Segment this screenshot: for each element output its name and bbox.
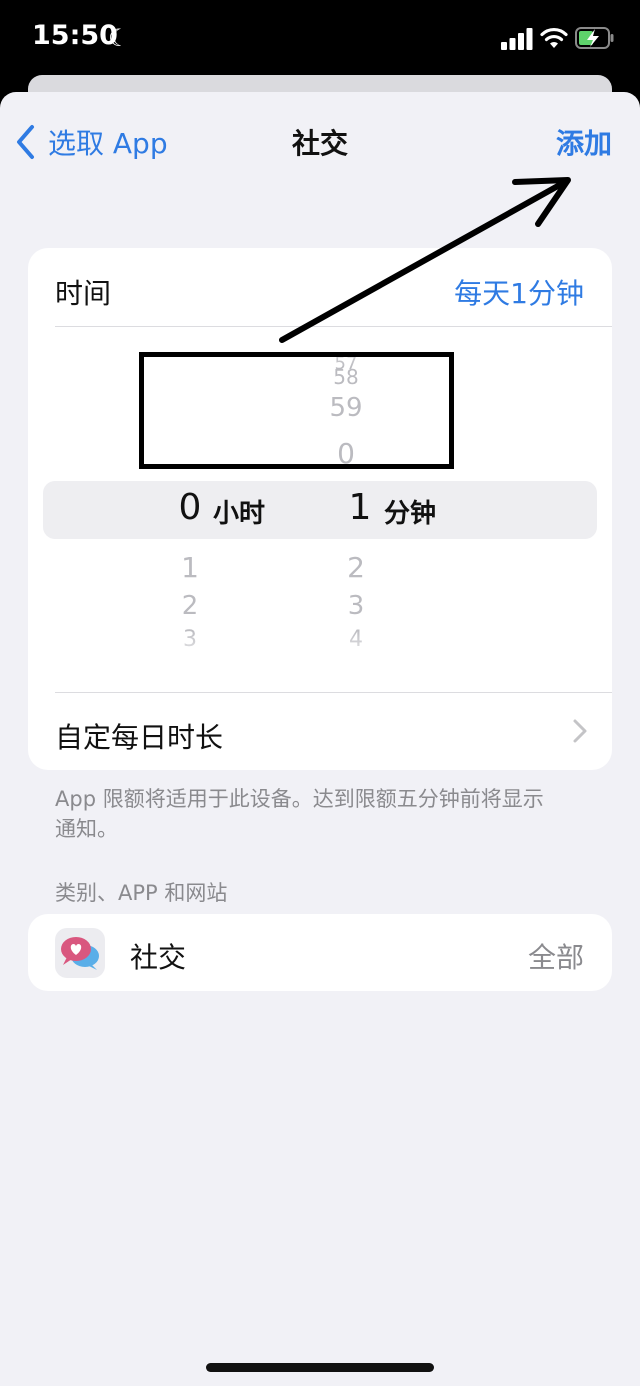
time-row-label: 时间 — [55, 277, 112, 310]
hours-option[interactable]: 2 — [160, 591, 220, 621]
moon-icon: ☾ — [108, 24, 130, 52]
battery-charging-icon — [575, 27, 614, 49]
back-button-label: 选取 App — [48, 127, 168, 160]
minutes-selected[interactable]: 1 — [330, 487, 390, 528]
limit-footnote: App 限额将适用于此设备。达到限额五分钟前将显示通知。 — [55, 787, 544, 841]
annotation-highlight-box — [139, 352, 454, 469]
cellular-signal-icon — [501, 28, 533, 50]
chevron-right-icon — [573, 719, 587, 743]
category-name: 社交 — [130, 941, 187, 974]
picker-selection-highlight — [43, 481, 597, 539]
home-indicator[interactable] — [206, 1363, 434, 1372]
status-bar: 15:50 ☾ — [0, 0, 640, 78]
category-row[interactable]: 社交 全部 — [28, 914, 612, 991]
wifi-icon — [540, 27, 568, 48]
section-header: 类别、APP 和网站 — [55, 881, 228, 905]
add-button[interactable]: 添加 — [556, 122, 612, 162]
hours-unit-label: 小时 — [213, 499, 266, 529]
minutes-option[interactable]: 4 — [326, 627, 386, 652]
social-category-icon — [55, 928, 105, 978]
category-value: 全部 — [527, 941, 584, 974]
minutes-option[interactable]: 3 — [326, 591, 386, 621]
custom-daily-duration-row[interactable]: 自定每日时长 — [28, 692, 612, 770]
custom-daily-duration-label: 自定每日时长 — [55, 721, 224, 754]
minutes-unit-label: 分钟 — [384, 499, 437, 529]
status-time: 15:50 — [32, 20, 118, 51]
hours-selected[interactable]: 0 — [160, 487, 220, 528]
chevron-left-icon — [17, 125, 34, 159]
annotation-arrow-icon — [279, 177, 571, 343]
hours-option[interactable]: 1 — [160, 551, 220, 584]
hours-option[interactable]: 3 — [160, 627, 220, 652]
back-button[interactable]: 选取 App — [14, 122, 168, 162]
picker-fade-bottom — [28, 629, 612, 669]
minutes-option[interactable]: 2 — [326, 551, 386, 584]
